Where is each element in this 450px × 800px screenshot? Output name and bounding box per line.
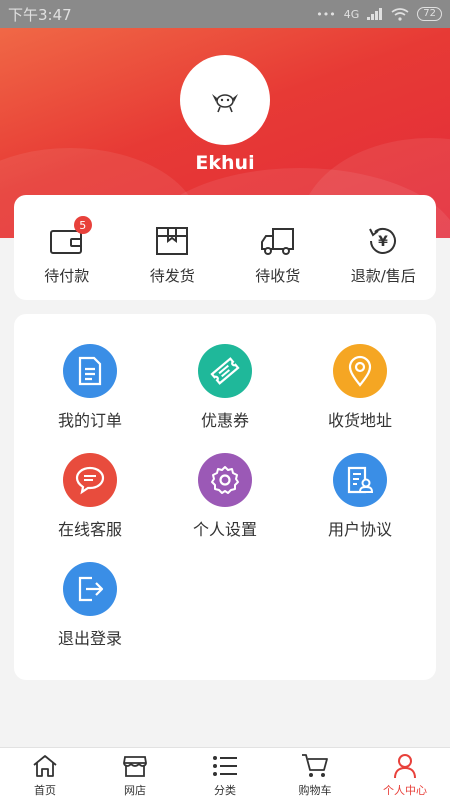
svg-text:¥: ¥ xyxy=(378,234,388,250)
gear-icon xyxy=(211,466,239,494)
bottom-tab-bar: 首页 网店 分类 购物车 个人中心 xyxy=(0,747,450,800)
tab-cart[interactable]: 购物车 xyxy=(270,748,360,800)
logout-icon xyxy=(78,576,104,602)
menu-my-orders[interactable]: 我的订单 xyxy=(20,344,160,431)
order-label: 退款/售后 xyxy=(350,267,416,285)
menu-shipping-address[interactable]: 收货地址 xyxy=(290,344,430,431)
username: Ekhui xyxy=(195,152,255,174)
status-time: 下午3:47 xyxy=(8,5,72,24)
mascot-dog-icon xyxy=(212,94,238,113)
order-pending-payment[interactable]: 5 待付款 xyxy=(14,195,120,300)
tab-store[interactable]: 网店 xyxy=(90,748,180,800)
person-icon xyxy=(394,754,416,779)
order-label: 待收货 xyxy=(255,267,301,285)
menu-label: 我的订单 xyxy=(57,411,122,430)
order-status-card: 5 待付款 待发货 待收货 ¥ 退款/售后 xyxy=(14,195,436,300)
document-icon xyxy=(78,356,102,386)
cart-icon xyxy=(302,754,328,777)
menu-label: 优惠券 xyxy=(200,411,249,430)
battery-icon: 72 xyxy=(417,7,442,21)
delivery-truck-icon xyxy=(260,228,294,255)
pending-payment-badge: 5 xyxy=(73,216,92,234)
menu-logout[interactable]: 退出登录 xyxy=(20,562,160,649)
tab-label: 网店 xyxy=(124,784,146,797)
agreement-icon xyxy=(347,466,374,494)
location-pin-icon xyxy=(348,355,372,387)
package-box-icon xyxy=(156,227,189,255)
signal-dots-icon: ••• xyxy=(316,7,336,21)
menu-coupons[interactable]: 优惠券 xyxy=(155,344,295,431)
status-bar: 下午3:47 ••• 4G 72 xyxy=(0,0,450,28)
menu-label: 在线客服 xyxy=(57,520,122,539)
chat-bubble-icon xyxy=(75,466,105,495)
network-type: 4G xyxy=(343,7,360,21)
tab-label: 首页 xyxy=(34,784,56,797)
tab-label: 个人中心 xyxy=(383,784,427,797)
store-icon xyxy=(123,756,147,777)
list-icon xyxy=(213,756,237,776)
order-pending-shipment[interactable]: 待发货 xyxy=(120,195,226,300)
signal-icon xyxy=(367,8,383,20)
home-icon xyxy=(33,755,57,777)
order-pending-receipt[interactable]: 待收货 xyxy=(225,195,331,300)
tab-home[interactable]: 首页 xyxy=(0,748,90,800)
menu-user-agreement[interactable]: 用户协议 xyxy=(290,453,430,540)
wifi-icon xyxy=(391,7,409,21)
menu-personal-settings[interactable]: 个人设置 xyxy=(155,453,295,540)
order-label: 待发货 xyxy=(149,267,195,285)
menu-label: 收货地址 xyxy=(327,411,392,430)
tab-label: 分类 xyxy=(214,784,236,797)
avatar[interactable] xyxy=(180,55,270,145)
tab-label: 购物车 xyxy=(298,784,332,797)
function-menu-card: 我的订单 优惠券 收货地址 在线客服 个人设置 用户协议 退出登录 xyxy=(14,314,436,680)
order-label: 待付款 xyxy=(44,267,90,285)
ticket-icon xyxy=(210,357,240,385)
tab-personal-center[interactable]: 个人中心 xyxy=(360,748,450,800)
menu-online-support[interactable]: 在线客服 xyxy=(20,453,160,540)
order-refund-aftersale[interactable]: ¥ 退款/售后 xyxy=(331,195,437,300)
refund-yen-icon: ¥ xyxy=(369,227,397,254)
tab-category[interactable]: 分类 xyxy=(180,748,270,800)
menu-label: 个人设置 xyxy=(192,520,257,539)
menu-label: 用户协议 xyxy=(327,520,392,539)
menu-label: 退出登录 xyxy=(57,629,122,648)
